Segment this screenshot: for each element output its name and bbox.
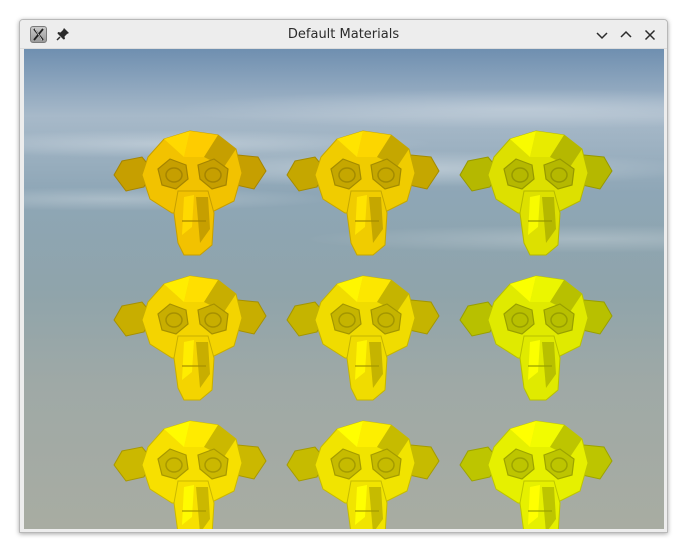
close-button[interactable] xyxy=(641,26,659,44)
monkey-head xyxy=(286,275,440,401)
pin-icon[interactable] xyxy=(55,26,71,42)
monkey-head xyxy=(459,130,613,256)
app-x-icon[interactable] xyxy=(30,26,47,43)
app-window: Default Materials xyxy=(19,19,668,533)
monkey-head xyxy=(113,275,267,401)
window-title: Default Materials xyxy=(287,27,400,42)
monkey-grid xyxy=(113,130,613,529)
monkey-head xyxy=(113,420,267,529)
monkey-head xyxy=(286,130,440,256)
chevron-up-icon xyxy=(620,30,632,38)
minimize-button[interactable] xyxy=(593,26,611,44)
maximize-button[interactable] xyxy=(617,26,635,44)
chevron-down-icon xyxy=(596,32,608,40)
title-bar[interactable]: Default Materials xyxy=(20,20,667,49)
monkey-head xyxy=(459,420,613,529)
close-icon xyxy=(644,29,656,41)
render-viewport[interactable] xyxy=(24,49,664,529)
monkey-head xyxy=(459,275,613,401)
monkey-head xyxy=(113,130,267,256)
monkey-head xyxy=(286,420,440,529)
